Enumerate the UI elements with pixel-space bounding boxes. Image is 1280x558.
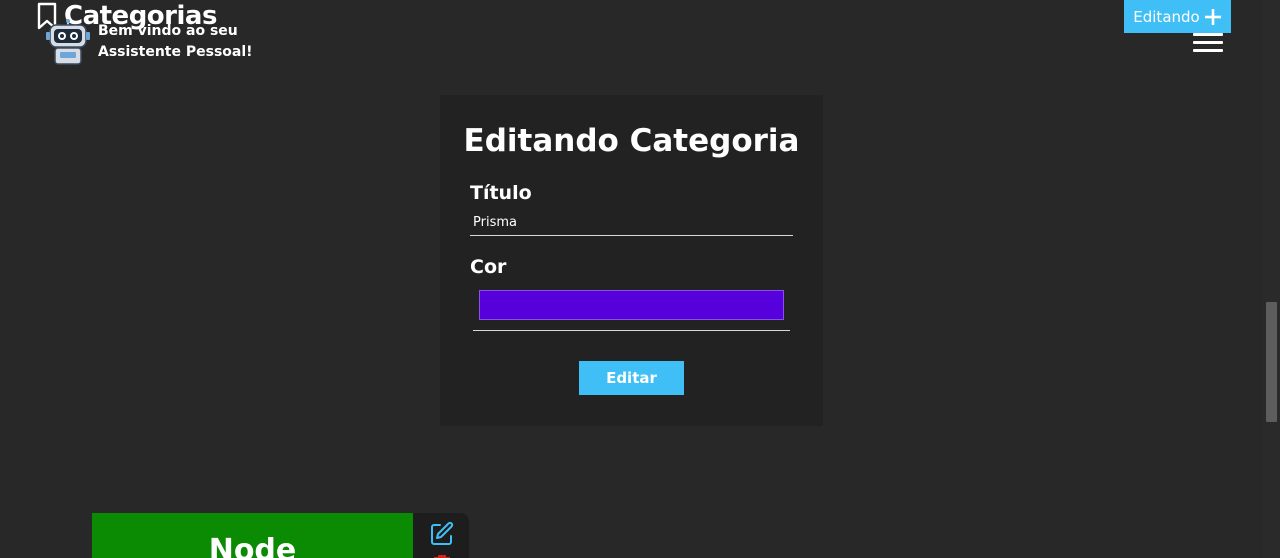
menu-bar <box>1193 41 1223 44</box>
new-button-label: Editando <box>1133 7 1200 26</box>
brand: Bem vindo ao seu Assistente Pessoal! <box>44 18 258 66</box>
category-actions <box>413 513 469 558</box>
vertical-scrollbar[interactable] <box>1263 0 1280 558</box>
welcome-message: Bem vindo ao seu Assistente Pessoal! <box>98 23 253 60</box>
color-label: Cor <box>470 256 507 278</box>
page: Categorias Bem vindo ao seu Assistente P… <box>0 0 1280 558</box>
color-field <box>473 285 790 331</box>
robot-icon <box>46 19 90 65</box>
edit-category-card: Editando Categoria Título Cor Editar <box>440 95 823 426</box>
menu-bar <box>1193 33 1223 36</box>
category-name: Node <box>208 533 297 558</box>
hamburger-menu-icon[interactable] <box>1191 28 1225 56</box>
trash-icon[interactable] <box>431 553 453 558</box>
submit-edit-button[interactable]: Editar <box>579 361 684 395</box>
title-label: Título <box>470 182 532 204</box>
color-picker[interactable] <box>479 290 784 320</box>
scrollbar-thumb[interactable] <box>1266 302 1277 422</box>
form-title: Editando Categoria <box>463 123 800 159</box>
title-input[interactable] <box>470 209 793 236</box>
edit-icon[interactable] <box>429 521 455 547</box>
plus-icon <box>1204 8 1221 25</box>
menu-bar <box>1193 49 1223 52</box>
category-card[interactable]: Node <box>92 513 413 558</box>
